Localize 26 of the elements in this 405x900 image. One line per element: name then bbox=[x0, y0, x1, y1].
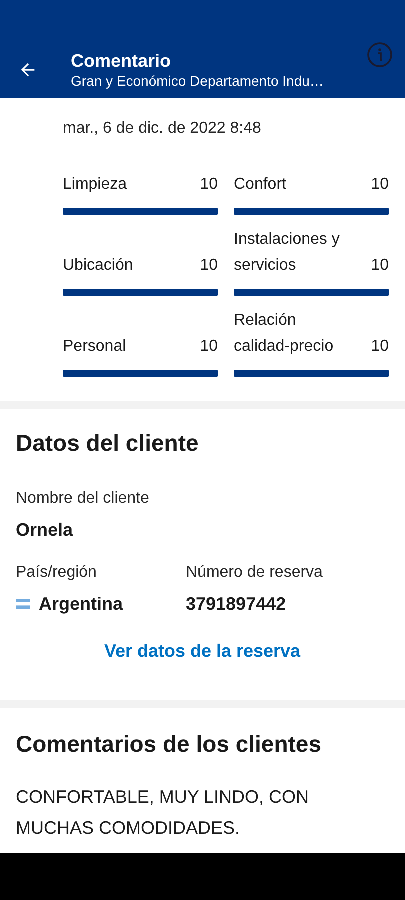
screen-title: Comentario bbox=[71, 50, 172, 72]
comment-text: CONFORTABLE, MUY LINDO, CON MUCHAS COMODIDADES. bbox=[16, 786, 310, 840]
client-country: Argentina bbox=[39, 593, 124, 615]
field-label: Número de reserva bbox=[186, 563, 324, 583]
field-label: Nombre del cliente bbox=[16, 489, 150, 509]
section-heading: Datos del cliente bbox=[16, 429, 200, 458]
booking-number: 3791897442 bbox=[186, 593, 288, 615]
booking-details-link[interactable]: Ver datos de la reserva bbox=[104, 641, 301, 662]
rating-label: Personal bbox=[63, 337, 126, 357]
rating-label: Relación calidad-precio bbox=[234, 311, 335, 357]
rating-score: 10 bbox=[200, 175, 218, 195]
rating-score: 10 bbox=[371, 256, 389, 276]
rating-score: 10 bbox=[371, 175, 389, 195]
rating-label: Instalaciones y servicios bbox=[234, 230, 341, 276]
rating-score: 10 bbox=[200, 256, 218, 276]
rating-label: Ubicación bbox=[63, 256, 134, 276]
review-date: mar., 6 de dic. de 2022 8:48 bbox=[63, 120, 262, 138]
screen-subtitle: Gran y Económico Departamento Indu… bbox=[71, 72, 325, 90]
section-heading: Comentarios de los clientes bbox=[16, 730, 322, 759]
rating-score: 10 bbox=[371, 337, 389, 357]
field-label: País/región bbox=[16, 563, 98, 583]
rating-score: 10 bbox=[200, 337, 218, 357]
client-name: Ornela bbox=[16, 519, 74, 541]
rating-label: Limpieza bbox=[63, 175, 128, 195]
flag-icon bbox=[16, 599, 30, 609]
rating-label: Confort bbox=[234, 175, 286, 195]
